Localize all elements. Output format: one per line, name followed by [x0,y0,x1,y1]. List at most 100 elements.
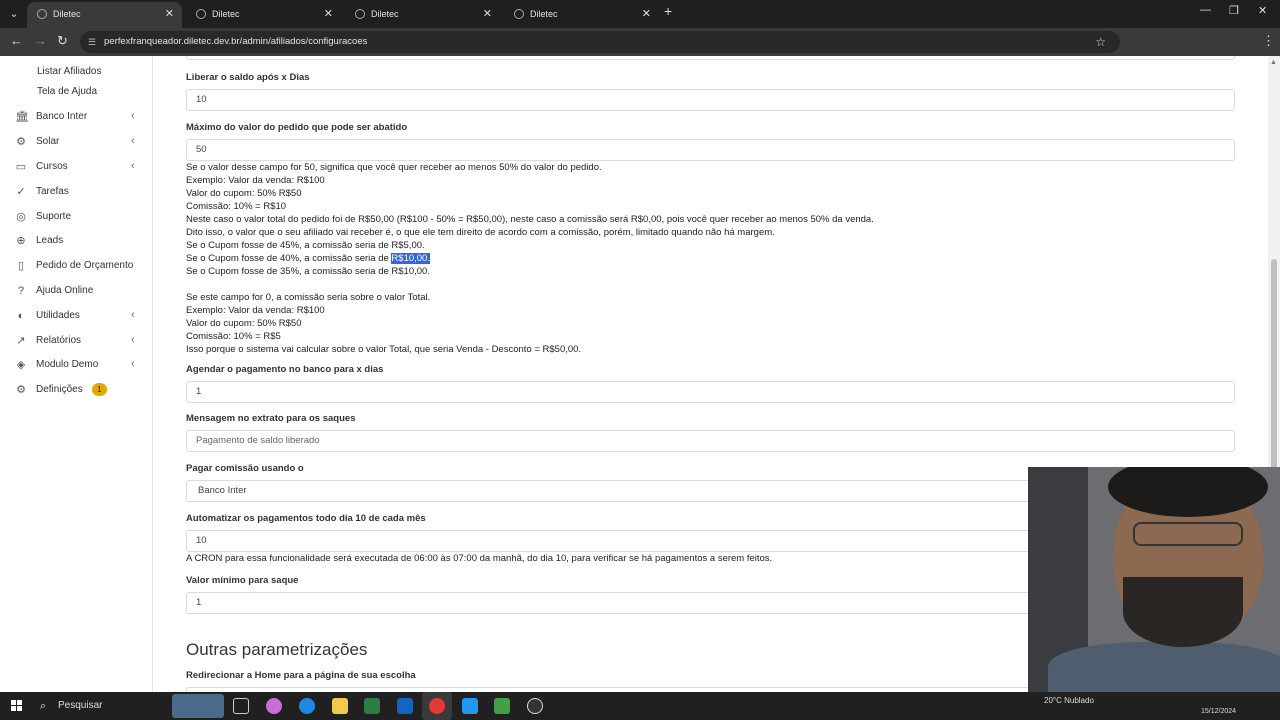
agendar-pagamento-input[interactable]: 1 [186,381,1235,403]
webcam-person-shirt [1048,642,1280,692]
notification-badge: 1 [92,383,107,396]
task-view-icon[interactable] [233,698,249,714]
sidebar-item-utilidades[interactable]: ◐ Utilidades ‹ [0,307,153,327]
help-line: Valor do cupom: 50% R$50 [186,318,302,329]
sidebar-item-tarefas[interactable]: ✓ Tarefas [0,183,153,203]
sidebar-item-label: Utilidades [36,310,80,321]
close-icon[interactable]: ✕ [165,2,174,26]
document-icon: ▯ [17,260,25,272]
sidebar-item-definicoes[interactable]: ⚙ Definições 1 [0,381,153,401]
search-highlight-image [172,694,224,718]
file-explorer-icon[interactable] [332,698,348,714]
recorder-icon[interactable] [527,698,543,714]
chevron-left-icon: ‹ [131,110,135,122]
browser-tab[interactable]: Diletec ✕ [504,2,659,28]
sidebar-item-solar[interactable]: ⚙ Solar ‹ [0,133,153,153]
mensagem-extrato-input[interactable]: Pagamento de saldo liberado [186,430,1235,452]
sidebar-item-label: Modulo Demo [36,359,99,370]
reload-icon[interactable]: ↻ [57,33,68,49]
close-icon[interactable]: ✕ [324,2,333,26]
sidebar-item-label: Solar [36,136,60,147]
sidebar-item-banco-inter[interactable]: 🏛 Banco Inter ‹ [0,108,153,128]
search-icon: ⌕ [40,700,47,712]
vscode-icon[interactable] [462,698,478,714]
cron-help-text: A CRON para essa funcionalidade será exe… [186,553,773,564]
help-line: Exemplo: Valor da venda: R$100 [186,175,325,186]
sidebar-item-label: Tarefas [36,186,69,197]
redirecionar-home-label: Redirecionar a Home para a página de sua… [186,670,416,681]
sidebar-item-cursos[interactable]: ▭ Cursos ‹ [0,158,153,178]
sidebar-item-label: Pedido de Orçamento [36,260,134,271]
url-bar[interactable]: ☰ perfexfranqueador.diletec.dev.br/admin… [80,31,1120,53]
browser-tab-bar: ⌄ Diletec ✕ Diletec ✕ Diletec ✕ Diletec … [0,0,1280,28]
close-icon[interactable]: ✕ [642,2,651,26]
cube-icon: ◈ [16,359,26,371]
sidebar-item-relatorios[interactable]: ↗ Relatórios ‹ [0,332,153,352]
webcam-person-beard [1123,577,1243,647]
sidebar-item-ajuda-online[interactable]: ? Ajuda Online [0,282,153,302]
chart-line-icon: ↗ [16,335,26,347]
browser-tab[interactable]: Diletec ✕ [186,2,341,28]
sidebar-item-label: Leads [36,235,64,246]
valor-minimo-label: Valor mínimo para saque [186,575,299,586]
liberar-saldo-input[interactable]: 10 [186,89,1235,111]
cog-icon: ⚙ [16,384,26,396]
windows-start-icon[interactable] [11,700,23,712]
help-line: Se este campo for 0, a comissão seria so… [186,292,431,303]
sidebar-item-modulo-demo[interactable]: ◈ Modulo Demo ‹ [0,356,153,376]
chevron-left-icon: ‹ [131,358,135,370]
sidebar-item-pedido-de-orcamento[interactable]: ▯ Pedido de Orçamento [0,257,153,277]
sidebar-item-suporte[interactable]: ◎ Suporte [0,208,153,228]
sidebar: Listar Afiliados Tela de Ajuda 🏛 Banco I… [0,56,153,692]
site-info-icon[interactable]: ☰ [88,31,96,53]
browser-tab[interactable]: Diletec ✕ [27,2,182,28]
back-arrow-icon[interactable]: ← [10,33,23,48]
sidebar-subitem-listar-afiliados[interactable]: Listar Afiliados [37,66,101,77]
tab-label: Diletec [212,9,240,19]
sidebar-subitem-tela-de-ajuda[interactable]: Tela de Ajuda [37,86,97,97]
windows-taskbar: ⌕ Pesquisar 20°C Nublado 15/12/2024 [0,692,1280,720]
taskbar-search[interactable]: ⌕ Pesquisar [34,692,102,720]
sidebar-item-label: Relatórios [36,335,82,346]
globe-icon [355,9,365,19]
restore-icon[interactable]: ❐ [1229,4,1239,17]
webcam-overlay [1028,467,1280,692]
sidebar-item-leads[interactable]: ⊕ Leads [0,232,153,252]
check-circle-icon: ✓ [16,186,26,198]
window-close-icon[interactable]: ✕ [1258,4,1267,17]
maximo-valor-label: Máximo do valor do pedido que pode ser a… [186,122,408,133]
webcam-person-glasses [1133,522,1243,546]
bookmark-star-icon[interactable]: ☆ [1095,31,1106,53]
chevron-left-icon: ‹ [131,160,135,172]
help-line: Exemplo: Valor da venda: R$100 [186,305,325,316]
minimize-icon[interactable]: — [1200,4,1211,16]
weather-text[interactable]: 20°C Nublado [1044,696,1094,705]
section-title: Outras parametrizações [186,640,368,659]
scroll-up-arrow-icon[interactable]: ▲ [1270,59,1277,66]
chevron-left-icon: ‹ [131,135,135,147]
chrome-icon[interactable] [429,698,445,714]
help-line: Se o Cupom fosse de 35%, a comissão seri… [186,266,430,277]
new-tab-plus-icon[interactable]: + [664,3,672,19]
store-icon[interactable] [364,698,380,714]
close-icon[interactable]: ✕ [483,2,492,26]
help-line: Se o valor desse campo for 50, significa… [186,162,602,173]
address-toolbar: ← → ↻ ☰ perfexfranqueador.diletec.dev.br… [0,28,1280,78]
automatizar-pagamentos-label: Automatizar os pagamentos todo dia 10 de… [186,513,426,524]
edge-icon[interactable] [299,698,315,714]
forward-arrow-icon[interactable]: → [34,33,47,48]
gear-icon: ⚙ [16,136,26,148]
taskbar-date[interactable]: 15/12/2024 [1201,708,1236,715]
copilot-icon[interactable] [266,698,282,714]
url-text: perfexfranqueador.diletec.dev.br/admin/a… [104,36,368,47]
tab-search-chevron-icon[interactable]: ⌄ [4,4,24,24]
chevron-left-icon: ‹ [131,334,135,346]
browser-tab[interactable]: Diletec ✕ [345,2,500,28]
sheets-icon[interactable] [494,698,510,714]
outlook-icon[interactable] [397,698,413,714]
tab-label: Diletec [371,9,399,19]
sidebar-item-label: Cursos [36,161,68,172]
kebab-menu-icon[interactable]: ⋮ [1262,33,1275,49]
monitor-icon: ▭ [15,161,27,173]
maximo-valor-input[interactable]: 50 [186,139,1235,161]
